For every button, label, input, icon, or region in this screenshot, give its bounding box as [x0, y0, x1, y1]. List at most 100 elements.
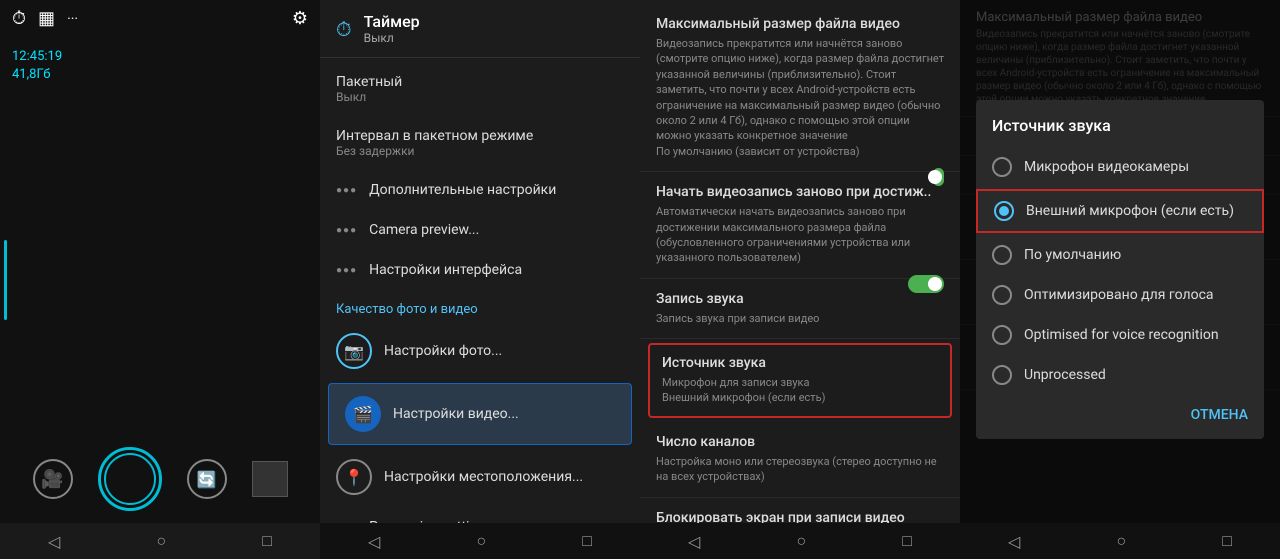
- overlay-nav-recent[interactable]: □: [1222, 531, 1232, 551]
- detail-item-audio-title: Запись звука: [656, 291, 819, 307]
- settings-item-processing[interactable]: ●●● Processing settings...: [320, 507, 640, 523]
- settings-nav-back[interactable]: ◁: [368, 532, 380, 551]
- settings-item-photo[interactable]: 📷 Настройки фото...: [320, 321, 640, 381]
- radio-voicerec: [992, 325, 1012, 345]
- batch-label: Пакетный: [336, 74, 402, 90]
- restart-toggle[interactable]: [933, 168, 944, 186]
- settings-list: Пакетный Выкл Интервал в пакетном режиме…: [320, 58, 640, 523]
- camera-top-right: ⚙: [292, 8, 308, 29]
- video-settings-label: Настройки видео...: [393, 406, 519, 422]
- timer-icon[interactable]: ⏱: [12, 8, 26, 29]
- batch-sub: Выкл: [336, 90, 402, 104]
- more-icon[interactable]: ···: [67, 11, 78, 27]
- detail-item-audio-desc: Запись звука при записи видео: [656, 311, 819, 326]
- overlay-panel: Максимальный размер файла видео Видеозап…: [960, 0, 1280, 559]
- detail-item-restart-desc: Автоматически начать видеозапись заново …: [656, 204, 933, 266]
- dialog-option-cammic[interactable]: Микрофон видеокамеры: [976, 147, 1264, 187]
- interface-label: Настройки интерфейса: [369, 262, 522, 278]
- photo-settings-icon: 📷: [336, 333, 372, 369]
- detail-item-audio-source[interactable]: Источник звука Микрофон для записи звука…: [648, 343, 952, 418]
- section-quality-label: Качество фото и видео: [320, 290, 640, 321]
- dialog-cancel-button[interactable]: ОТМЕНА: [976, 399, 1264, 431]
- camera-storage: 41,8Гб: [12, 66, 62, 84]
- dots-icon-extra: ●●●: [336, 185, 357, 196]
- detail-item-restart[interactable]: Начать видеозапись заново при достиж.. А…: [640, 172, 960, 279]
- detail-nav-back[interactable]: ◁: [688, 532, 700, 551]
- location-settings-icon: 📍: [336, 459, 372, 495]
- audio-source-dialog: Источник звука Микрофон видеокамеры Внеш…: [976, 100, 1264, 439]
- detail-item-audio-record[interactable]: Запись звука Запись звука при записи вид…: [640, 279, 960, 339]
- audio-toggle[interactable]: [908, 275, 944, 293]
- dialog-option-extmic-text: Внешний микрофон (если есть): [1026, 203, 1234, 219]
- capture-button[interactable]: [98, 447, 162, 511]
- camera-top-left: ⏱ ▦ ···: [12, 8, 78, 29]
- detail-nav-recent[interactable]: □: [902, 531, 912, 551]
- detail-list: Максимальный размер файла видео Видеозап…: [640, 0, 960, 523]
- video-settings-icon: 🎬: [345, 396, 381, 432]
- detail-item-channels-desc: Настройка моно или стереозвука (стерео д…: [656, 454, 944, 485]
- radio-default: [992, 245, 1012, 265]
- dialog-option-default[interactable]: По умолчанию: [976, 235, 1264, 275]
- camera-panel: ⏱ ▦ ··· ⚙ 12:45:19 41,8Гб 🎥 🔄 ◁: [0, 0, 320, 559]
- detail-item-max-size[interactable]: Максимальный размер файла видео Видеозап…: [640, 4, 960, 172]
- detail-item-audio-source-desc: Микрофон для записи звукаВнешний микрофо…: [662, 375, 938, 406]
- settings-nav-recent[interactable]: □: [582, 531, 592, 551]
- timer-settings-icon: ⏱: [336, 17, 352, 41]
- dialog-option-voicerec[interactable]: Optimised for voice recognition: [976, 315, 1264, 355]
- dialog-option-extmic[interactable]: Внешний микрофон (если есть): [976, 189, 1264, 233]
- overlay-nav-home[interactable]: ○: [1116, 531, 1126, 551]
- thumbnail[interactable]: [252, 461, 288, 497]
- nav-recent-icon[interactable]: □: [262, 531, 272, 551]
- settings-item-location[interactable]: 📍 Настройки местоположения...: [320, 447, 640, 507]
- settings-item-preview[interactable]: ●●● Camera preview...: [320, 210, 640, 250]
- dialog-option-voicerec-text: Optimised for voice recognition: [1024, 327, 1219, 343]
- settings-item-interval[interactable]: Интервал в пакетном режиме Без задержки: [320, 116, 640, 170]
- flip-camera-button[interactable]: 🔄: [187, 459, 227, 499]
- camera-time: 12:45:19: [12, 48, 62, 66]
- dialog-title: Источник звука: [976, 116, 1264, 147]
- dialog-option-unprocessed[interactable]: Unprocessed: [976, 355, 1264, 395]
- interval-label: Интервал в пакетном режиме: [336, 128, 533, 144]
- capture-button-inner: [104, 453, 156, 505]
- detail-item-max-size-title: Максимальный размер файла видео: [656, 16, 944, 32]
- detail-nav-home[interactable]: ○: [796, 531, 806, 551]
- radio-cammic: [992, 157, 1012, 177]
- dots-icon-preview: ●●●: [336, 225, 357, 236]
- settings-panel: ⏱ Таймер Выкл Пакетный Выкл Интервал в п…: [320, 0, 640, 559]
- settings-item-video[interactable]: 🎬 Настройки видео...: [328, 383, 632, 445]
- detail-item-channels[interactable]: Число каналов Настройка моно или стереоз…: [640, 422, 960, 498]
- camera-status: 12:45:19 41,8Гб: [12, 48, 62, 84]
- dialog-option-default-text: По умолчанию: [1024, 247, 1121, 263]
- settings-item-interface[interactable]: ●●● Настройки интерфейса: [320, 250, 640, 290]
- nav-home-icon[interactable]: ○: [156, 531, 166, 551]
- settings-header-title: Таймер: [364, 12, 420, 31]
- edit-icon[interactable]: ▦: [38, 8, 55, 29]
- detail-item-max-size-desc: Видеозапись прекратится или начнётся зан…: [656, 36, 944, 159]
- extra-label: Дополнительные настройки: [369, 182, 556, 198]
- settings-nav-home[interactable]: ○: [476, 531, 486, 551]
- overlay-nav-back[interactable]: ◁: [1008, 532, 1020, 551]
- settings-nav-bar: ◁ ○ □: [320, 523, 640, 559]
- detail-item-block-screen[interactable]: Блокировать экран при записи видео При з…: [640, 498, 960, 523]
- location-settings-label: Настройки местоположения...: [384, 469, 583, 485]
- settings-icon[interactable]: ⚙: [292, 8, 308, 29]
- detail-panel: Максимальный размер файла видео Видеозап…: [640, 0, 960, 559]
- dialog-option-voice[interactable]: Оптимизировано для голоса: [976, 275, 1264, 315]
- radio-extmic: [994, 201, 1014, 221]
- nav-back-icon[interactable]: ◁: [48, 532, 60, 551]
- dialog-option-voice-text: Оптимизировано для голоса: [1024, 287, 1214, 303]
- settings-header: ⏱ Таймер Выкл: [320, 0, 640, 58]
- camera-nav-bar: ◁ ○ □: [0, 523, 320, 559]
- dialog-option-unprocessed-text: Unprocessed: [1024, 367, 1106, 383]
- detail-item-block-screen-title: Блокировать экран при записи видео: [656, 510, 944, 523]
- settings-item-extra[interactable]: ●●● Дополнительные настройки: [320, 170, 640, 210]
- dialog-option-cammic-text: Микрофон видеокамеры: [1024, 159, 1189, 175]
- dots-icon-interface: ●●●: [336, 265, 357, 276]
- video-mode-button[interactable]: 🎥: [33, 459, 73, 499]
- radio-voice: [992, 285, 1012, 305]
- settings-item-batch[interactable]: Пакетный Выкл: [320, 62, 640, 116]
- settings-header-sub: Выкл: [364, 31, 420, 45]
- side-indicator: [4, 240, 7, 320]
- interval-sub: Без задержки: [336, 144, 533, 158]
- camera-top-bar: ⏱ ▦ ··· ⚙: [0, 0, 320, 37]
